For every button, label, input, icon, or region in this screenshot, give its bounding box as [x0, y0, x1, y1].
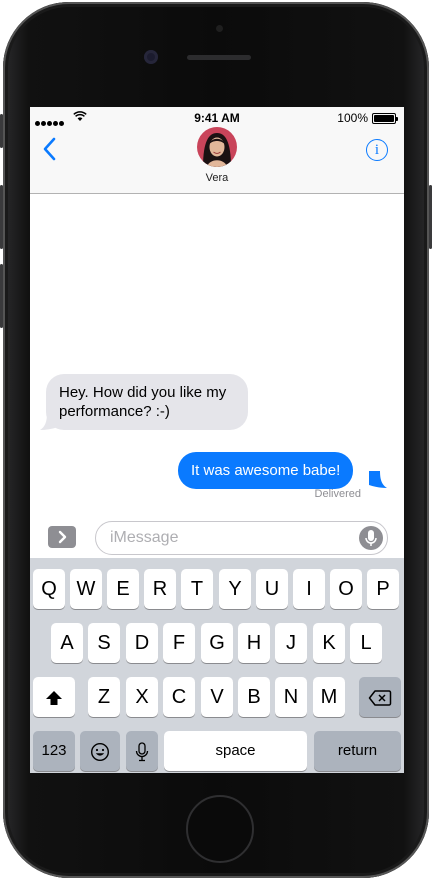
- emoji-icon: [90, 742, 110, 761]
- key-d[interactable]: D: [126, 623, 158, 663]
- earpiece-speaker: [187, 55, 251, 60]
- front-camera: [144, 50, 158, 64]
- delete-key[interactable]: [359, 677, 401, 717]
- key-p[interactable]: P: [367, 569, 399, 609]
- microphone-button[interactable]: [359, 526, 383, 550]
- key-v[interactable]: V: [201, 677, 233, 717]
- key-f[interactable]: F: [163, 623, 195, 663]
- delete-icon: [368, 689, 392, 706]
- contact-name[interactable]: Vera: [30, 172, 404, 184]
- volume-up-button: [0, 185, 3, 249]
- shift-key[interactable]: [33, 677, 75, 717]
- key-l[interactable]: L: [350, 623, 382, 663]
- mute-switch: [0, 114, 3, 148]
- key-u[interactable]: U: [256, 569, 288, 609]
- outgoing-bubble-tail: [369, 471, 387, 488]
- numbers-key[interactable]: 123: [33, 731, 75, 771]
- battery-percent: 100%: [337, 111, 368, 125]
- key-e[interactable]: E: [107, 569, 139, 609]
- home-button[interactable]: [186, 795, 254, 863]
- proximity-sensor: [216, 25, 223, 32]
- key-y[interactable]: Y: [219, 569, 251, 609]
- key-x[interactable]: X: [126, 677, 158, 717]
- space-key[interactable]: space: [164, 731, 307, 771]
- key-i[interactable]: I: [293, 569, 325, 609]
- apps-icon: [58, 530, 67, 544]
- key-o[interactable]: O: [330, 569, 362, 609]
- key-r[interactable]: R: [144, 569, 176, 609]
- apps-button[interactable]: [48, 526, 76, 548]
- key-j[interactable]: J: [275, 623, 307, 663]
- message-input-field[interactable]: [95, 521, 388, 555]
- shift-icon: [46, 690, 62, 705]
- conversation-header: 9:41 AM 100% Vera i: [30, 107, 404, 194]
- contact-avatar[interactable]: [197, 127, 237, 167]
- key-b[interactable]: B: [238, 677, 270, 717]
- dictation-key[interactable]: [126, 731, 158, 771]
- key-a[interactable]: A: [51, 623, 83, 663]
- emoji-key[interactable]: [80, 731, 120, 771]
- keyboard: Q W E R T Y U I O P A S D F G H J K L Z …: [30, 558, 404, 773]
- back-chevron-icon[interactable]: [42, 137, 58, 161]
- key-w[interactable]: W: [70, 569, 102, 609]
- battery-icon: [372, 113, 398, 124]
- key-g[interactable]: G: [201, 623, 233, 663]
- key-c[interactable]: C: [163, 677, 195, 717]
- dictation-icon: [135, 742, 149, 761]
- incoming-message: Hey. How did you like my performance? :-…: [46, 374, 248, 430]
- info-icon[interactable]: i: [366, 139, 388, 161]
- key-s[interactable]: S: [88, 623, 120, 663]
- key-h[interactable]: H: [238, 623, 270, 663]
- key-m[interactable]: M: [313, 677, 345, 717]
- key-n[interactable]: N: [275, 677, 307, 717]
- avatar-photo: [197, 127, 237, 167]
- key-z[interactable]: Z: [88, 677, 120, 717]
- microphone-icon: [365, 530, 377, 546]
- return-key[interactable]: return: [314, 731, 401, 771]
- message-input[interactable]: [108, 528, 352, 548]
- messages-screen: 9:41 AM 100% Vera i Hey. How did you lik…: [30, 107, 404, 773]
- status-bar: 9:41 AM 100%: [30, 107, 404, 129]
- volume-down-button: [0, 264, 3, 328]
- delivery-status: Delivered: [314, 488, 361, 500]
- key-k[interactable]: K: [313, 623, 345, 663]
- key-t[interactable]: T: [181, 569, 213, 609]
- outgoing-message: It was awesome babe!: [178, 452, 354, 489]
- key-q[interactable]: Q: [33, 569, 65, 609]
